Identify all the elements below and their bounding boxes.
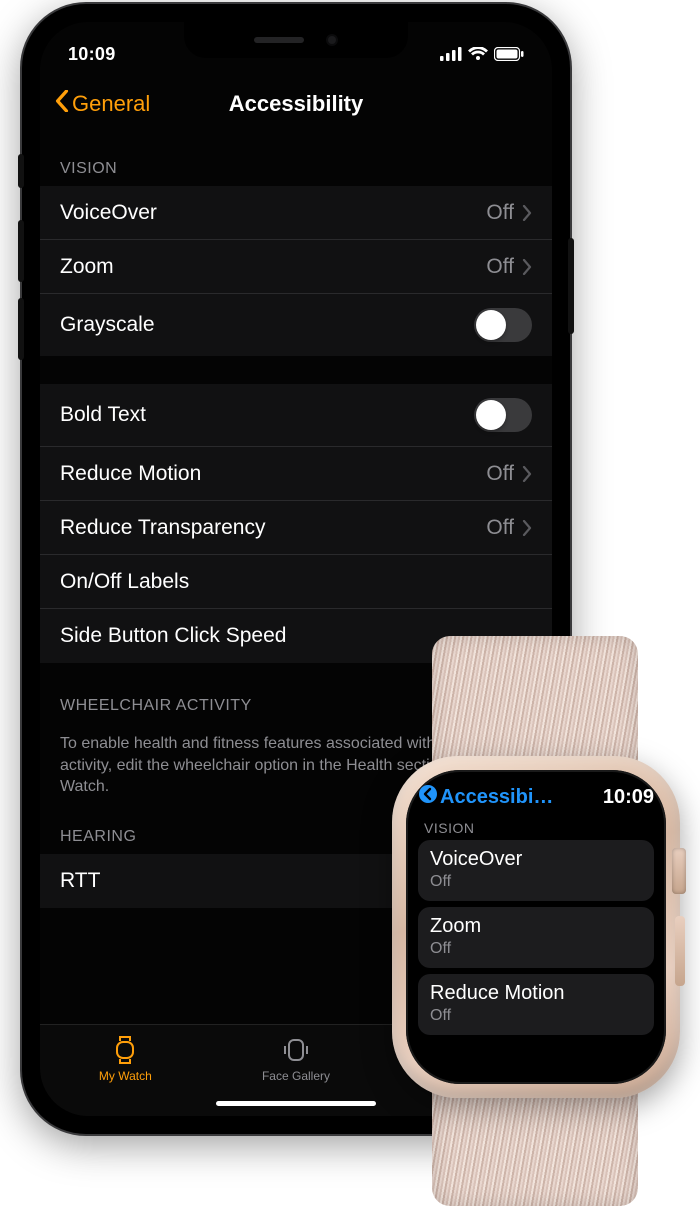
- watch-body: Accessibi… 10:09 VISION VoiceOver Off Zo…: [392, 756, 680, 1098]
- cellular-signal-icon: [440, 47, 462, 61]
- mute-switch: [18, 154, 24, 188]
- row-value: Off: [486, 462, 514, 486]
- status-time: 10:09: [68, 44, 116, 65]
- back-button[interactable]: General: [54, 90, 150, 118]
- row-voiceover[interactable]: VoiceOver Off: [40, 186, 552, 240]
- chevron-left-icon: [418, 784, 440, 810]
- earpiece-speaker: [254, 37, 304, 43]
- row-label: Zoom: [60, 255, 486, 279]
- side-power-button: [568, 238, 574, 334]
- home-indicator[interactable]: [216, 1101, 376, 1106]
- row-grayscale[interactable]: Grayscale: [40, 294, 552, 356]
- chevron-right-icon: [522, 466, 532, 482]
- face-gallery-icon: [279, 1035, 313, 1065]
- navigation-bar: General Accessibility: [40, 76, 552, 132]
- front-camera: [326, 34, 338, 46]
- notch: [184, 22, 408, 58]
- battery-icon: [494, 47, 524, 61]
- watch-row-label: Zoom: [430, 915, 642, 938]
- bold-text-toggle[interactable]: [474, 398, 532, 432]
- section-header-vision: VISION: [40, 132, 552, 186]
- row-label: Grayscale: [60, 313, 474, 337]
- watch-row-label: VoiceOver: [430, 848, 642, 871]
- tab-my-watch[interactable]: My Watch: [65, 1035, 185, 1116]
- row-value: Off: [486, 201, 514, 225]
- list-group-vision-1: VoiceOver Off Zoom Off Grayscale: [40, 186, 552, 356]
- row-label: On/Off Labels: [60, 570, 532, 594]
- watch-row-value: Off: [430, 873, 642, 891]
- row-reduce-motion[interactable]: Reduce Motion Off: [40, 447, 552, 501]
- volume-up-button: [18, 220, 24, 282]
- row-side-button-click-speed[interactable]: Side Button Click Speed: [40, 609, 552, 663]
- watch-row-zoom[interactable]: Zoom Off: [418, 907, 654, 968]
- row-value: Off: [486, 516, 514, 540]
- watch-section-header-vision: VISION: [418, 816, 654, 840]
- row-label: Reduce Transparency: [60, 516, 486, 540]
- chevron-right-icon: [522, 259, 532, 275]
- watch-side-button: [675, 916, 685, 986]
- row-label: VoiceOver: [60, 201, 486, 225]
- watch-status-time: 10:09: [603, 786, 654, 809]
- grayscale-toggle[interactable]: [474, 308, 532, 342]
- row-value: Off: [486, 255, 514, 279]
- tab-label: My Watch: [99, 1069, 152, 1083]
- chevron-right-icon: [522, 205, 532, 221]
- watch-screen: Accessibi… 10:09 VISION VoiceOver Off Zo…: [406, 770, 666, 1084]
- row-zoom[interactable]: Zoom Off: [40, 240, 552, 294]
- row-label: Side Button Click Speed: [60, 624, 532, 648]
- watch-row-voiceover[interactable]: VoiceOver Off: [418, 840, 654, 901]
- section-header-wheelchair: WHEELCHAIR ACTIVITY: [40, 663, 552, 723]
- row-bold-text[interactable]: Bold Text: [40, 384, 552, 447]
- watch-icon: [108, 1035, 142, 1065]
- digital-crown: [672, 848, 686, 894]
- list-group-vision-2: Bold Text Reduce Motion Off Reduce Trans…: [40, 384, 552, 663]
- tab-label: Face Gallery: [262, 1069, 330, 1083]
- watch-back-label: Accessibi…: [440, 786, 553, 809]
- watch-row-value: Off: [430, 940, 642, 958]
- watch-row-value: Off: [430, 1007, 642, 1025]
- chevron-left-icon: [54, 90, 70, 118]
- volume-down-button: [18, 298, 24, 360]
- chevron-right-icon: [522, 520, 532, 536]
- watch-row-reduce-motion[interactable]: Reduce Motion Off: [418, 974, 654, 1035]
- watch-back-button[interactable]: Accessibi…: [418, 784, 553, 810]
- row-reduce-transparency[interactable]: Reduce Transparency Off: [40, 501, 552, 555]
- wifi-icon: [468, 47, 488, 61]
- back-label: General: [72, 91, 150, 117]
- row-onoff-labels[interactable]: On/Off Labels: [40, 555, 552, 609]
- row-label: Bold Text: [60, 403, 474, 427]
- row-label: Reduce Motion: [60, 462, 486, 486]
- watch-row-label: Reduce Motion: [430, 982, 642, 1005]
- watch-nav-bar: Accessibi… 10:09: [418, 784, 654, 810]
